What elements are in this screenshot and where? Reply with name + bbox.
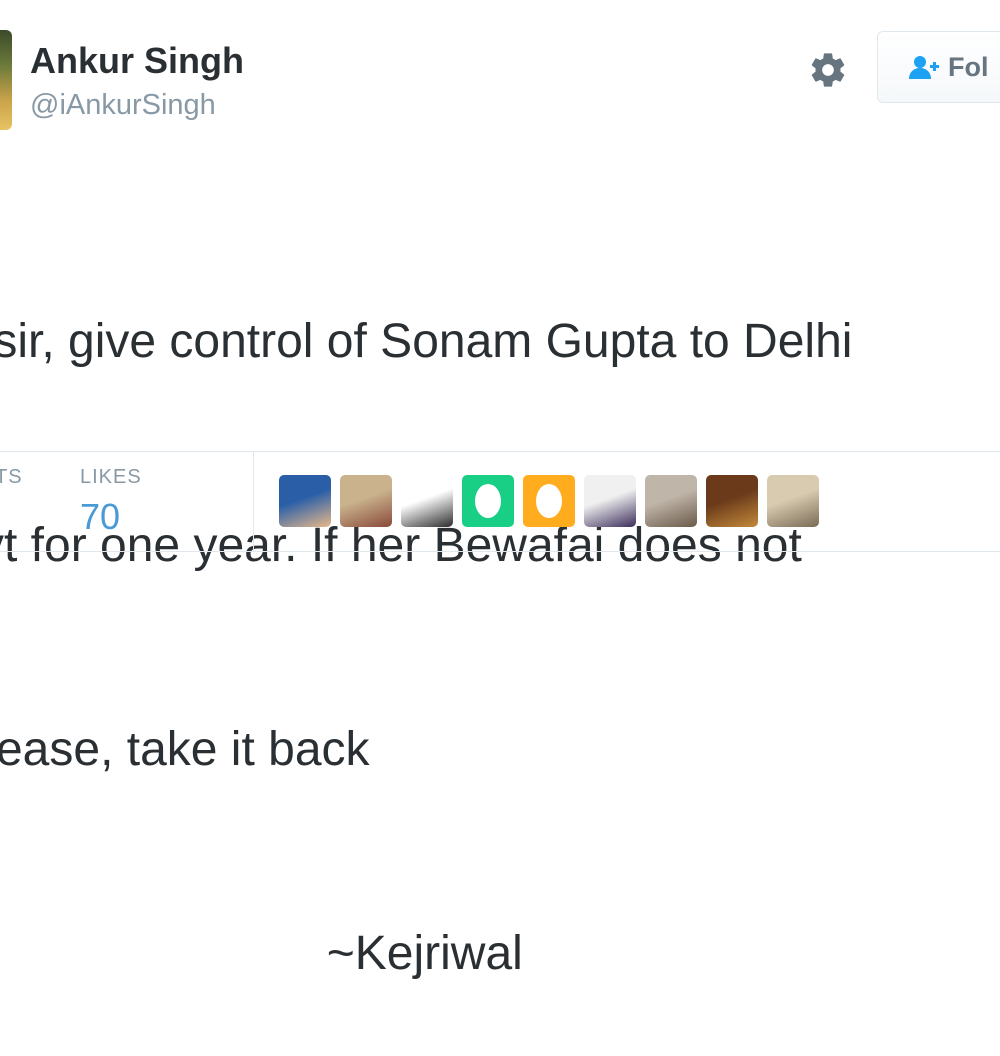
liker-avatar[interactable] bbox=[340, 475, 392, 527]
likes-count[interactable]: 70 bbox=[80, 496, 120, 538]
liker-avatar[interactable] bbox=[706, 475, 758, 527]
tweet-line: rease, take it back bbox=[0, 723, 370, 776]
follow-label: Fol bbox=[948, 51, 989, 82]
follow-button[interactable]: Fol bbox=[877, 31, 1000, 103]
settings-button[interactable] bbox=[806, 48, 850, 92]
liker-avatar[interactable] bbox=[279, 475, 331, 527]
tweet-signature: ~Kejriwal bbox=[0, 927, 523, 980]
liker-avatar[interactable] bbox=[767, 475, 819, 527]
liker-avatar[interactable] bbox=[523, 475, 575, 527]
user-avatar[interactable] bbox=[0, 30, 12, 130]
liker-avatar[interactable] bbox=[401, 475, 453, 527]
tweet-line: sir, give control of Sonam Gupta to Delh… bbox=[0, 315, 853, 368]
likes-label[interactable]: LIKES bbox=[80, 466, 142, 489]
egg-icon bbox=[536, 484, 562, 518]
divider bbox=[0, 451, 1000, 452]
add-user-icon bbox=[909, 56, 939, 79]
tweet-text: sir, give control of Sonam Gupta to Delh… bbox=[0, 172, 852, 1056]
liker-avatar[interactable] bbox=[645, 475, 697, 527]
liker-avatar[interactable] bbox=[584, 475, 636, 527]
retweets-label[interactable]: TS bbox=[0, 466, 23, 489]
stats-divider bbox=[253, 452, 254, 551]
gear-icon bbox=[811, 53, 845, 87]
user-name[interactable]: Ankur Singh bbox=[30, 40, 244, 82]
liker-avatar[interactable] bbox=[462, 475, 514, 527]
divider bbox=[0, 551, 1000, 552]
user-handle[interactable]: @iAnkurSingh bbox=[30, 89, 216, 122]
egg-icon bbox=[475, 484, 501, 518]
